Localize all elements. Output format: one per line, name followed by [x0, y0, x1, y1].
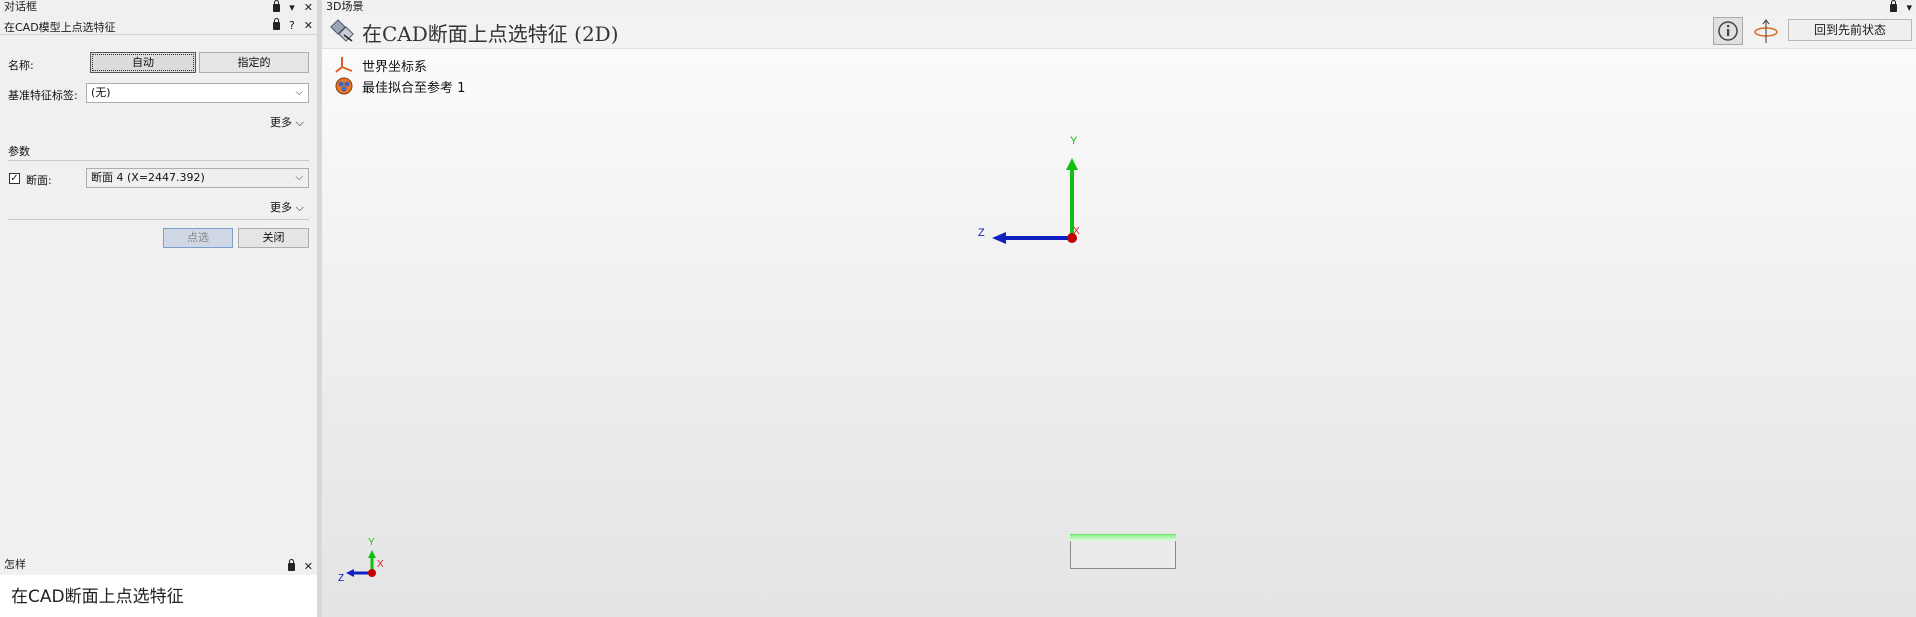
best-fit-icon	[335, 77, 353, 95]
help-panel-titlebar: 怎样 ✕	[0, 557, 317, 575]
y-axis-label: Y	[1070, 135, 1078, 147]
info-icon	[1718, 21, 1738, 41]
pin-icon[interactable]	[287, 559, 295, 571]
origin-point	[368, 569, 376, 577]
params-divider	[8, 160, 309, 161]
more-label: 更多	[270, 116, 292, 129]
y-axis-arrow	[368, 550, 376, 558]
y-axis-arrow	[1066, 158, 1078, 170]
scene-panel-titlebar: 3D场景 ▾	[322, 0, 1916, 14]
help-text: 在CAD断面上点选特征	[11, 587, 184, 607]
params-heading: 参数	[8, 145, 30, 158]
close-icon[interactable]: ✕	[304, 1, 313, 14]
datum-value: (无)	[91, 86, 111, 99]
coordinate-system-icon	[335, 57, 353, 73]
pin-icon[interactable]	[1890, 0, 1898, 12]
close-button[interactable]: 关闭	[238, 228, 309, 248]
section-checkbox[interactable]: ✓	[9, 173, 20, 184]
help-panel-title: 怎样	[4, 558, 26, 571]
mini-axes: Y Z X	[338, 537, 384, 584]
reset-state-button[interactable]: 回到先前状态	[1788, 19, 1912, 41]
datum-label: 基准特征标签:	[8, 89, 78, 102]
tree-item-label: 世界坐标系	[362, 59, 428, 75]
more-toggle-1[interactable]: 更多 ⌵	[270, 114, 304, 130]
z-axis-label: Z	[978, 227, 985, 239]
chevron-down-icon: ⌵	[295, 116, 304, 129]
tree-item-world-cs[interactable]: 世界坐标系	[334, 55, 427, 75]
chevron-down-icon: ⌵	[295, 87, 303, 98]
pick-feature-icon	[330, 19, 354, 42]
dialog-subtitle-bar: 在CAD模型上点选特征 ? ✕	[0, 16, 317, 35]
section-label: 断面:	[26, 174, 52, 187]
help-icon[interactable]: ?	[289, 19, 295, 32]
tree-item-best-fit[interactable]: 最佳拟合至参考 1	[334, 76, 465, 96]
more-toggle-2[interactable]: 更多 ⌵	[270, 199, 304, 215]
z-axis-label: Z	[338, 573, 344, 584]
dialog-panel-titlebar: 对话框 ▾ ✕	[0, 0, 317, 14]
main-axes: Y Z X	[978, 135, 1080, 244]
tree-item-label: 最佳拟合至参考 1	[362, 80, 466, 96]
bottom-divider	[8, 219, 309, 220]
section-value: 断面 4 (X=2447.392)	[91, 171, 205, 184]
scene-header: 在CAD断面上点选特征 (2D) 回到先前状态	[322, 14, 1916, 49]
scene-panel-title: 3D场景	[326, 0, 364, 13]
close-icon[interactable]: ✕	[304, 19, 313, 32]
dialog-panel-title: 对话框	[4, 0, 37, 13]
section-select[interactable]: 断面 4 (X=2447.392) ⌵	[86, 168, 309, 188]
rotate-view-icon[interactable]	[1752, 18, 1780, 44]
chevron-down-icon: ⌵	[295, 172, 303, 183]
pin-icon[interactable]	[272, 18, 280, 30]
section-highlight	[1070, 535, 1176, 541]
info-button[interactable]	[1713, 17, 1743, 45]
scene-panel: 3D场景 ▾ 在CAD断面上点选特征 (2D) 回到先前状态 世界坐标系 最佳拟…	[322, 0, 1916, 617]
z-axis-arrow	[346, 569, 354, 577]
dropdown-icon[interactable]: ▾	[289, 1, 295, 14]
chevron-down-icon: ⌵	[295, 201, 304, 214]
dialog-panel: 对话框 ▾ ✕ 在CAD模型上点选特征 ? ✕ 名称: 自动 指定的 基准特征标…	[0, 0, 317, 617]
name-auto-button[interactable]: 自动	[90, 52, 196, 73]
scene-heading: 在CAD断面上点选特征 (2D)	[362, 22, 619, 46]
dialog-subtitle: 在CAD模型上点选特征	[4, 21, 116, 34]
name-specified-button[interactable]: 指定的	[199, 52, 309, 73]
x-axis-label: X	[1073, 226, 1080, 237]
datum-select[interactable]: (无) ⌵	[86, 83, 309, 103]
pick-button[interactable]: 点选	[163, 228, 233, 248]
x-axis-label: X	[377, 559, 384, 570]
dropdown-icon[interactable]: ▾	[1906, 1, 1912, 14]
viewport-3d[interactable]: 在CAD断面上点选特征 (2D) 回到先前状态 世界坐标系 最佳拟合至参考 1 …	[322, 14, 1916, 617]
pin-icon[interactable]	[273, 0, 281, 12]
name-label: 名称:	[8, 59, 34, 72]
help-panel: 怎样 ✕ 在CAD断面上点选特征	[0, 557, 317, 617]
help-body: 在CAD断面上点选特征	[0, 575, 317, 617]
y-axis-label: Y	[368, 537, 375, 548]
z-axis-arrow	[992, 232, 1006, 244]
more-label: 更多	[270, 201, 292, 214]
close-icon[interactable]: ✕	[304, 560, 313, 573]
